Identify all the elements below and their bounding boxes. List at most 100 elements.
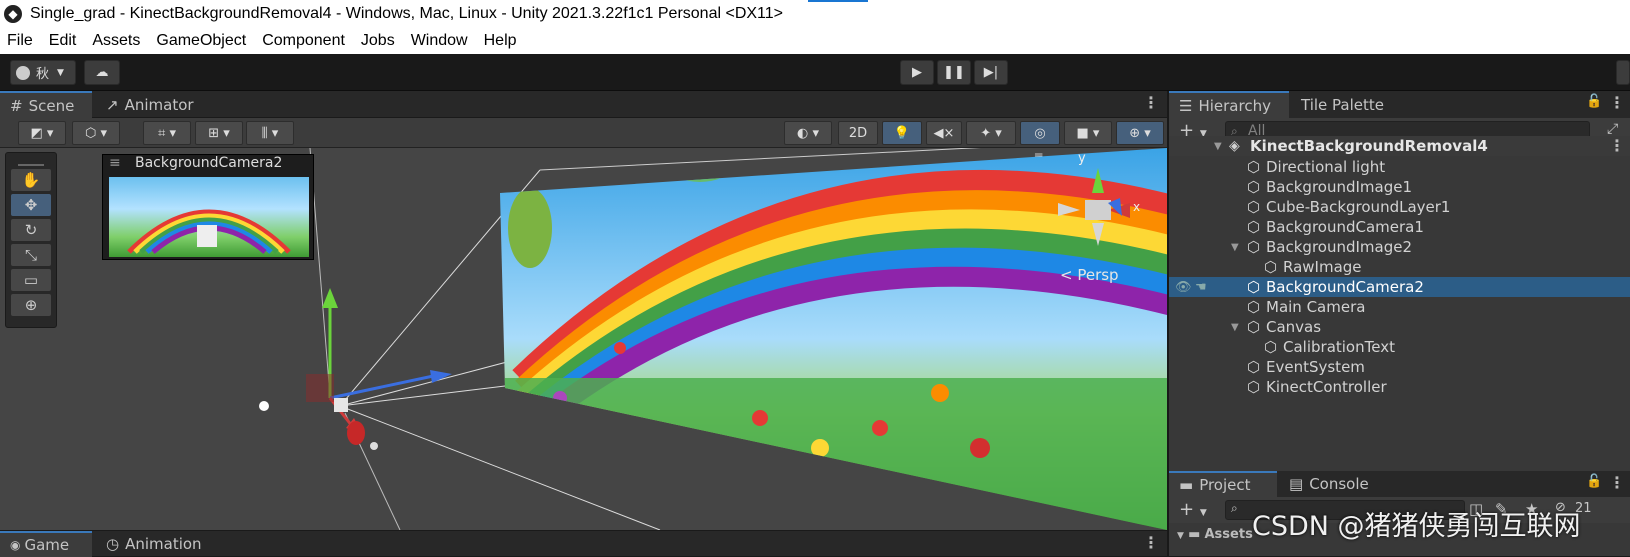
- scene-root-row[interactable]: ▼ ◈ KinectBackgroundRemoval4 ⋮: [1169, 136, 1630, 156]
- hierarchy-item[interactable]: ⬡ KinectController: [1169, 377, 1630, 397]
- scene-tab-bar: # Scene ↗ Animator ⋮: [0, 91, 1167, 118]
- hierarchy-item[interactable]: ⬡ Cube-BackgroundLayer1: [1169, 197, 1630, 217]
- scene-viewport[interactable]: ✋ ✥ ↻ ⤡ ▭ ⊕ ≡ BackgroundCamera2 y x < Pe…: [0, 148, 1167, 530]
- tab-game[interactable]: ◉ Game: [0, 531, 92, 557]
- gizmos-dropdown[interactable]: ⊕ ▾: [1116, 121, 1164, 145]
- cloud-icon: ☁: [95, 65, 109, 80]
- lightbulb-icon: 💡: [893, 125, 911, 141]
- hierarchy-item[interactable]: ⬡ BackgroundCamera1: [1169, 217, 1630, 237]
- project-add-icon[interactable]: + ▼: [1179, 499, 1207, 520]
- step-button[interactable]: ▶|: [974, 60, 1008, 85]
- scene-search-icon[interactable]: ⤢: [1607, 121, 1618, 137]
- menu-assets[interactable]: Assets: [85, 32, 147, 50]
- menu-component[interactable]: Component: [255, 32, 352, 50]
- menu-gameobject[interactable]: GameObject: [149, 32, 253, 50]
- menu-jobs[interactable]: Jobs: [354, 32, 402, 50]
- hierarchy-item[interactable]: ⬡ RawImage: [1169, 257, 1630, 277]
- snap-dropdown[interactable]: ⌗ ▾: [143, 121, 191, 145]
- tab-animation[interactable]: ◷ Animation: [96, 531, 212, 557]
- assets-folder-row[interactable]: ▼ ▬ Assets: [1177, 527, 1253, 542]
- hierarchy-item[interactable]: ⬡ EventSystem: [1169, 357, 1630, 377]
- transform-icon: ⊕: [24, 296, 38, 314]
- lock-icon[interactable]: 🔓: [1586, 94, 1602, 109]
- hierarchy-item-label: BackgroundImage2: [1266, 238, 1413, 256]
- expand-arrow-icon[interactable]: ▼: [1214, 141, 1222, 152]
- account-dropdown[interactable]: 秋 ▼: [10, 60, 76, 85]
- gameobject-cube-icon: ⬡: [1247, 178, 1261, 196]
- rotate-tool-button[interactable]: ↻: [11, 219, 51, 241]
- main-toolbar: 秋 ▼ ☁ ▶ ❚❚ ▶|: [0, 54, 1630, 91]
- hierarchy-more-menu-icon[interactable]: ⋮: [1609, 93, 1625, 112]
- grid-snap-dropdown[interactable]: ⊞ ▾: [195, 121, 243, 145]
- background-image-quad: [500, 148, 1167, 530]
- scene-name: KinectBackgroundRemoval4: [1250, 137, 1488, 155]
- draw-mode-dropdown[interactable]: ◩ ▾: [18, 121, 66, 145]
- tab-console[interactable]: ▤ Console: [1279, 471, 1379, 497]
- scene-more-menu-icon[interactable]: ⋮: [1143, 93, 1159, 112]
- unity-scene-icon: ◈: [1229, 138, 1240, 154]
- animator-icon: ↗: [106, 95, 119, 114]
- shading-mode-dropdown[interactable]: ◐ ▾: [784, 121, 832, 145]
- menu-edit[interactable]: Edit: [42, 32, 84, 50]
- scene-more-icon[interactable]: ⋮: [1609, 136, 1625, 155]
- hand-tool-button[interactable]: ✋: [11, 169, 51, 191]
- gizmo-handle-icon[interactable]: ═: [1035, 148, 1042, 162]
- camera-preview-image: [109, 177, 309, 257]
- menu-window[interactable]: Window: [404, 32, 475, 50]
- tab-game-label: Game: [24, 536, 70, 554]
- camera-settings-dropdown[interactable]: ■ ▾: [1064, 121, 1112, 145]
- audio-toggle[interactable]: ◀×: [926, 121, 962, 145]
- scale-tool-button[interactable]: ⤡: [11, 244, 51, 266]
- layers-button[interactable]: [1616, 60, 1630, 85]
- lighting-toggle[interactable]: 💡: [882, 121, 922, 145]
- gizmo-mode-dropdown[interactable]: ⬡ ▾: [72, 121, 120, 145]
- play-button[interactable]: ▶: [900, 60, 934, 85]
- hierarchy-item[interactable]: ▼ ⬡ Canvas: [1169, 317, 1630, 337]
- hierarchy-item[interactable]: ▼ ⬡ BackgroundImage2: [1169, 237, 1630, 257]
- expand-arrow-icon[interactable]: ▼: [1231, 242, 1239, 253]
- toggle-2d-button[interactable]: 2D: [838, 121, 878, 145]
- hierarchy-item-label: BackgroundImage1: [1266, 178, 1413, 196]
- projection-toggle[interactable]: < Persp: [1060, 266, 1119, 284]
- scene-toolbar: ◩ ▾ ⬡ ▾ ⌗ ▾ ⊞ ▾ ⫼ ▾ ◐ ▾ 2D 💡 ◀× ✦ ▾ ◎ ■ …: [0, 118, 1167, 148]
- tool-palette: ✋ ✥ ↻ ⤡ ▭ ⊕: [5, 152, 57, 328]
- palette-handle[interactable]: [18, 156, 44, 166]
- pause-button[interactable]: ❚❚: [937, 60, 971, 85]
- expand-arrow-icon[interactable]: ▼: [1231, 322, 1239, 333]
- chevron-down-icon: ▼: [57, 67, 64, 78]
- cloud-button[interactable]: ☁: [84, 60, 120, 85]
- window-title-bar: ◆ Single_grad - KinectBackgroundRemoval4…: [0, 0, 1630, 28]
- tab-hierarchy[interactable]: ☰ Hierarchy: [1169, 91, 1289, 118]
- hierarchy-item-label: KinectController: [1266, 378, 1387, 396]
- increment-snap-dropdown[interactable]: ⫼ ▾: [246, 121, 294, 145]
- visibility-eye-icon[interactable]: 👁: [1175, 280, 1192, 295]
- move-icon: ✥: [24, 196, 38, 214]
- menu-help[interactable]: Help: [477, 32, 524, 50]
- drag-handle-icon[interactable]: ≡: [109, 155, 121, 171]
- tab-tile-palette[interactable]: Tile Palette: [1291, 91, 1394, 118]
- transform-tool-button[interactable]: ⊕: [11, 294, 51, 316]
- effects-dropdown[interactable]: ✦ ▾: [966, 121, 1016, 145]
- ruler-icon: ⫼ ▾: [261, 125, 279, 141]
- hierarchy-item-selected[interactable]: 👁 ☚ ⬡ BackgroundCamera2: [1169, 277, 1630, 297]
- hierarchy-item[interactable]: ⬡ Directional light: [1169, 157, 1630, 177]
- rect-tool-button[interactable]: ▭: [11, 269, 51, 291]
- project-lock-icon[interactable]: 🔓: [1586, 474, 1602, 489]
- move-tool-button[interactable]: ✥: [11, 194, 51, 216]
- hierarchy-item[interactable]: ⬡ BackgroundImage1: [1169, 177, 1630, 197]
- hierarchy-item-label: CalibrationText: [1283, 338, 1395, 356]
- menu-file[interactable]: File: [0, 32, 40, 50]
- camera-preview-header: ≡ BackgroundCamera2: [103, 155, 313, 173]
- tab-animator[interactable]: ↗ Animator: [96, 91, 204, 118]
- gameobject-cube-icon: ⬡: [1247, 198, 1261, 216]
- bottom-more-menu-icon[interactable]: ⋮: [1143, 533, 1159, 552]
- pick-hand-icon[interactable]: ☚: [1195, 280, 1207, 295]
- hierarchy-item-label: BackgroundCamera2: [1266, 278, 1424, 296]
- hierarchy-item[interactable]: ⬡ CalibrationText: [1169, 337, 1630, 357]
- tab-project[interactable]: ▬ Project: [1169, 471, 1277, 497]
- tab-scene[interactable]: # Scene: [0, 91, 92, 118]
- project-more-menu-icon[interactable]: ⋮: [1609, 473, 1625, 492]
- hierarchy-item[interactable]: ⬡ Main Camera: [1169, 297, 1630, 317]
- hidden-objects-toggle[interactable]: ◎: [1020, 121, 1060, 145]
- account-label: 秋: [36, 67, 50, 82]
